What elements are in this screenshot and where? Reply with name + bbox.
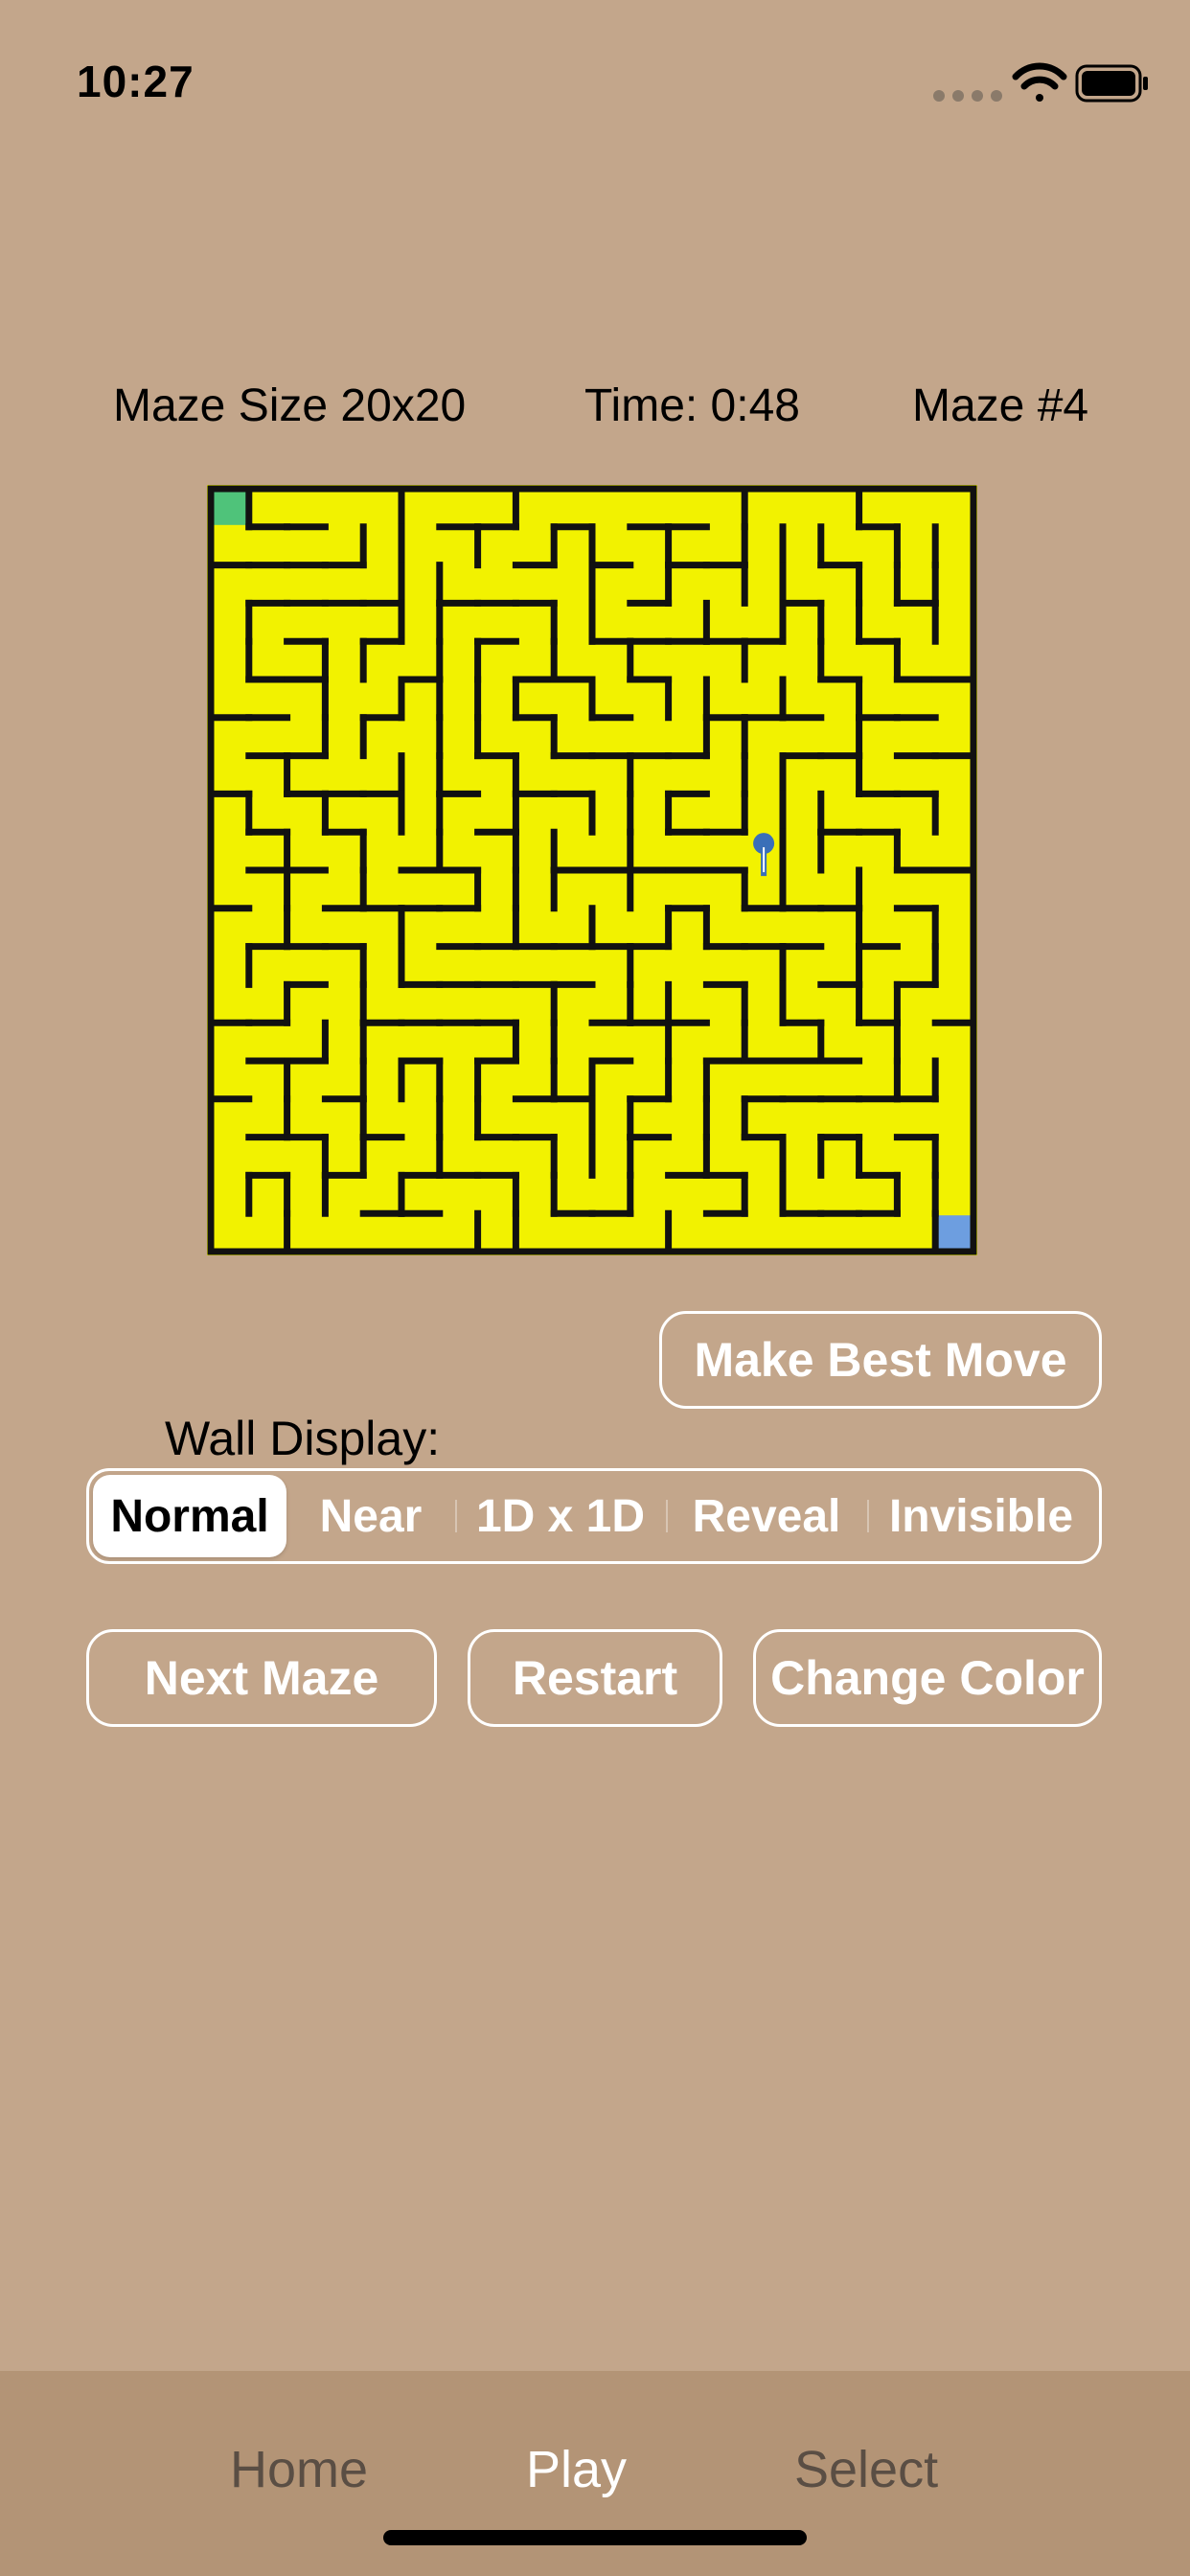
wall-display-label: Wall Display: bbox=[165, 1412, 441, 1465]
wall-display-normal[interactable]: Normal bbox=[93, 1475, 286, 1557]
tab-home[interactable]: Home bbox=[230, 2440, 368, 2499]
maze-number-label: Maze #4 bbox=[912, 380, 1089, 431]
next-maze-button[interactable]: Next Maze bbox=[86, 1629, 437, 1727]
wall-display-invisible[interactable]: Invisible bbox=[867, 1475, 1095, 1557]
timer-label: Time: 0:48 bbox=[584, 380, 800, 431]
status-icons bbox=[933, 62, 1148, 103]
change-color-button[interactable]: Change Color bbox=[753, 1629, 1102, 1727]
tab-play[interactable]: Play bbox=[526, 2440, 627, 2499]
battery-icon bbox=[1075, 64, 1148, 103]
status-time: 10:27 bbox=[77, 57, 195, 106]
maze-size-label: Maze Size 20x20 bbox=[113, 380, 467, 431]
cellular-signal-icon bbox=[933, 90, 1002, 102]
home-indicator bbox=[383, 2530, 807, 2545]
wall-display-segmented-control[interactable]: Normal Near 1D x 1D Reveal Invisible bbox=[86, 1468, 1102, 1564]
tab-select[interactable]: Select bbox=[794, 2440, 938, 2499]
maze-start-cell bbox=[213, 491, 247, 525]
restart-button[interactable]: Restart bbox=[468, 1629, 722, 1727]
wall-display-reveal[interactable]: Reveal bbox=[666, 1475, 867, 1557]
make-best-move-button[interactable]: Make Best Move bbox=[659, 1311, 1102, 1409]
maze-canvas[interactable] bbox=[207, 485, 977, 1255]
wifi-icon bbox=[1012, 62, 1067, 102]
wall-display-1d-x-1d[interactable]: 1D x 1D bbox=[455, 1475, 666, 1557]
wall-display-near[interactable]: Near bbox=[286, 1475, 455, 1557]
maze-goal-cell bbox=[937, 1215, 972, 1250]
maze-board[interactable] bbox=[207, 485, 977, 1255]
